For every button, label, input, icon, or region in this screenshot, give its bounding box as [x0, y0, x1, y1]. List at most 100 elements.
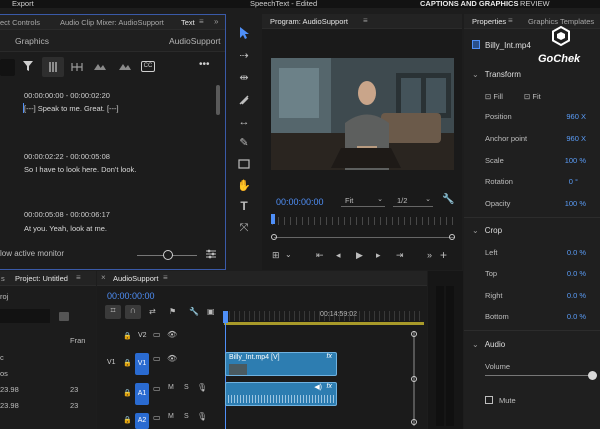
captions-scrollbar[interactable] [216, 85, 220, 115]
more-controls-icon[interactable]: » [427, 250, 432, 260]
microphone-icon[interactable]: 🎙 [197, 412, 207, 421]
lock-icon[interactable]: 🔒 [123, 416, 132, 424]
mute-checkbox[interactable] [485, 396, 493, 404]
project-search-input[interactable] [0, 309, 50, 323]
zoom-handle-right[interactable] [449, 234, 455, 240]
linked-selection-icon[interactable]: ⇄ [149, 307, 156, 316]
rotation-value[interactable]: 0 ° [569, 177, 578, 186]
wrench-icon[interactable]: 🔧 [442, 194, 454, 205]
tab-graphics-templates[interactable]: Graphics Templates [528, 17, 594, 26]
magnet-icon[interactable]: ∩ [125, 305, 141, 319]
solo-button[interactable]: S [184, 384, 189, 391]
crop-top-value[interactable]: 0.0 % [567, 269, 586, 278]
microphone-icon[interactable]: 🎙 [197, 383, 207, 392]
properties-menu-icon[interactable]: ≡ [508, 16, 513, 25]
track-target-a1[interactable]: A1 [135, 383, 149, 405]
track-height-scrollbar[interactable] [411, 331, 417, 426]
more-options-icon[interactable]: ••• [199, 59, 210, 70]
program-title[interactable]: Program: AudioSupport [270, 17, 348, 26]
filter-icon[interactable] [22, 60, 34, 72]
hand-icon[interactable]: ✋ [237, 179, 251, 193]
zoom-handle-left[interactable] [271, 234, 277, 240]
tab-text[interactable]: Text [181, 18, 195, 27]
crop-section[interactable]: ⌄ Crop [472, 226, 502, 235]
solo-button[interactable]: S [184, 413, 189, 420]
timeline-playhead[interactable] [223, 311, 228, 323]
settings-sliders-icon[interactable] [205, 248, 217, 260]
program-timecode[interactable]: 00:00:00:00 [276, 197, 324, 207]
position-value[interactable]: 960 X [566, 112, 586, 121]
program-playhead[interactable] [271, 214, 275, 224]
chevron-down-icon[interactable]: ⌄ [285, 250, 292, 259]
caption-1-text[interactable]: [---] Speak to me. Great. [---] [24, 104, 119, 113]
play-icon[interactable]: ▶ [356, 250, 363, 261]
tab-properties[interactable]: Properties [472, 17, 506, 26]
review-tab[interactable]: REVIEW [520, 0, 550, 8]
eye-icon[interactable]: 👁 [167, 330, 177, 339]
audio-clip[interactable]: ◀) fx [225, 382, 337, 406]
tab-graphics[interactable]: Graphics [15, 36, 49, 46]
crop-bottom-value[interactable]: 0.0 % [567, 312, 586, 321]
step-back-icon[interactable]: ◂ [336, 250, 341, 261]
sync-icon[interactable]: ▭ [153, 413, 161, 422]
volume-slider-handle[interactable] [588, 371, 597, 380]
cc-icon[interactable]: CC [141, 61, 155, 72]
captions-icon[interactable]: ▣ [207, 307, 215, 316]
tab-effect-controls[interactable]: ect Controls [0, 18, 40, 27]
work-area-bar[interactable] [224, 322, 424, 325]
crop-right-value[interactable]: 0.0 % [567, 291, 586, 300]
tab-project[interactable]: Project: Untitled [15, 274, 68, 283]
lock-icon[interactable]: 🔒 [123, 332, 132, 340]
caption-2-text[interactable]: So I have to look here. Don't look. [24, 165, 136, 174]
resolution-dropdown[interactable]: 1/2 ⌄ [393, 195, 433, 207]
step-forward-icon[interactable]: ▸ [376, 250, 381, 261]
timeline-ruler[interactable] [224, 311, 424, 321]
track-target-v1[interactable]: V1 [135, 353, 149, 375]
marker-icon[interactable]: ⚑ [169, 307, 176, 316]
slip-icon[interactable]: ↔ [237, 115, 251, 129]
track-target-a2[interactable]: A2 [135, 413, 149, 429]
ripple-edit-icon[interactable]: ⇹ [237, 71, 251, 85]
bin-icon[interactable] [59, 312, 69, 321]
sync-icon[interactable]: ▭ [153, 330, 161, 339]
font-size-slider-handle[interactable] [163, 250, 173, 260]
tab-sequence[interactable]: AudioSupport [113, 274, 158, 283]
list-item[interactable]: 23.98 23 [0, 383, 96, 396]
add-button-icon[interactable]: + [440, 248, 447, 262]
track-icon[interactable] [93, 61, 107, 73]
mute-button[interactable]: M [168, 384, 174, 391]
timeline-timecode[interactable]: 00:00:00:00 [107, 291, 155, 301]
panel-menu-icon[interactable]: ≡ [199, 17, 204, 26]
list-item[interactable]: c [0, 351, 96, 364]
style-icon[interactable] [118, 61, 132, 73]
tab-audio-clip-mixer[interactable]: Audio Clip Mixer: AudioSupport [60, 18, 164, 27]
video-clip[interactable]: Billy_Int.mp4 [V] fx [225, 352, 337, 376]
scale-value[interactable]: 100 % [565, 156, 586, 165]
settings-wrench-icon[interactable]: 🔧 [189, 307, 199, 316]
workspace-tab[interactable]: CAPTIONS AND GRAPHICS [420, 0, 518, 8]
project-menu-icon[interactable]: ≡ [76, 273, 81, 282]
snap-icon[interactable]: ⌗ [105, 305, 121, 319]
timeline-menu-icon[interactable]: ≡ [163, 273, 168, 282]
split-caption-button[interactable] [42, 57, 64, 77]
volume-slider-track[interactable] [485, 375, 595, 376]
razor-icon[interactable] [237, 93, 251, 107]
eye-icon[interactable]: 👁 [167, 354, 177, 363]
track-select-icon[interactable]: ⇢ [237, 49, 251, 63]
export-tab[interactable]: Export [12, 0, 34, 8]
program-ruler[interactable] [272, 217, 456, 225]
list-item[interactable]: os [0, 367, 96, 380]
opacity-value[interactable]: 100 % [565, 199, 586, 208]
mark-out-icon[interactable]: ⇥ [396, 250, 404, 261]
sync-icon[interactable]: ▭ [153, 354, 161, 363]
anchor-value[interactable]: 960 X [566, 134, 586, 143]
framerate-column-header[interactable]: Fran [70, 336, 85, 345]
fit-button[interactable]: ⊡ Fit [524, 92, 541, 101]
expand-panels-icon[interactable]: » [214, 17, 218, 26]
transform-section[interactable]: ⌄ Transform [472, 70, 521, 79]
fit-dropdown[interactable]: Fit ⌄ [341, 195, 385, 207]
close-icon[interactable]: × [101, 273, 106, 282]
tab-effects[interactable]: s [1, 274, 5, 283]
search-input[interactable] [0, 59, 15, 76]
lock-icon[interactable]: 🔒 [123, 389, 132, 397]
